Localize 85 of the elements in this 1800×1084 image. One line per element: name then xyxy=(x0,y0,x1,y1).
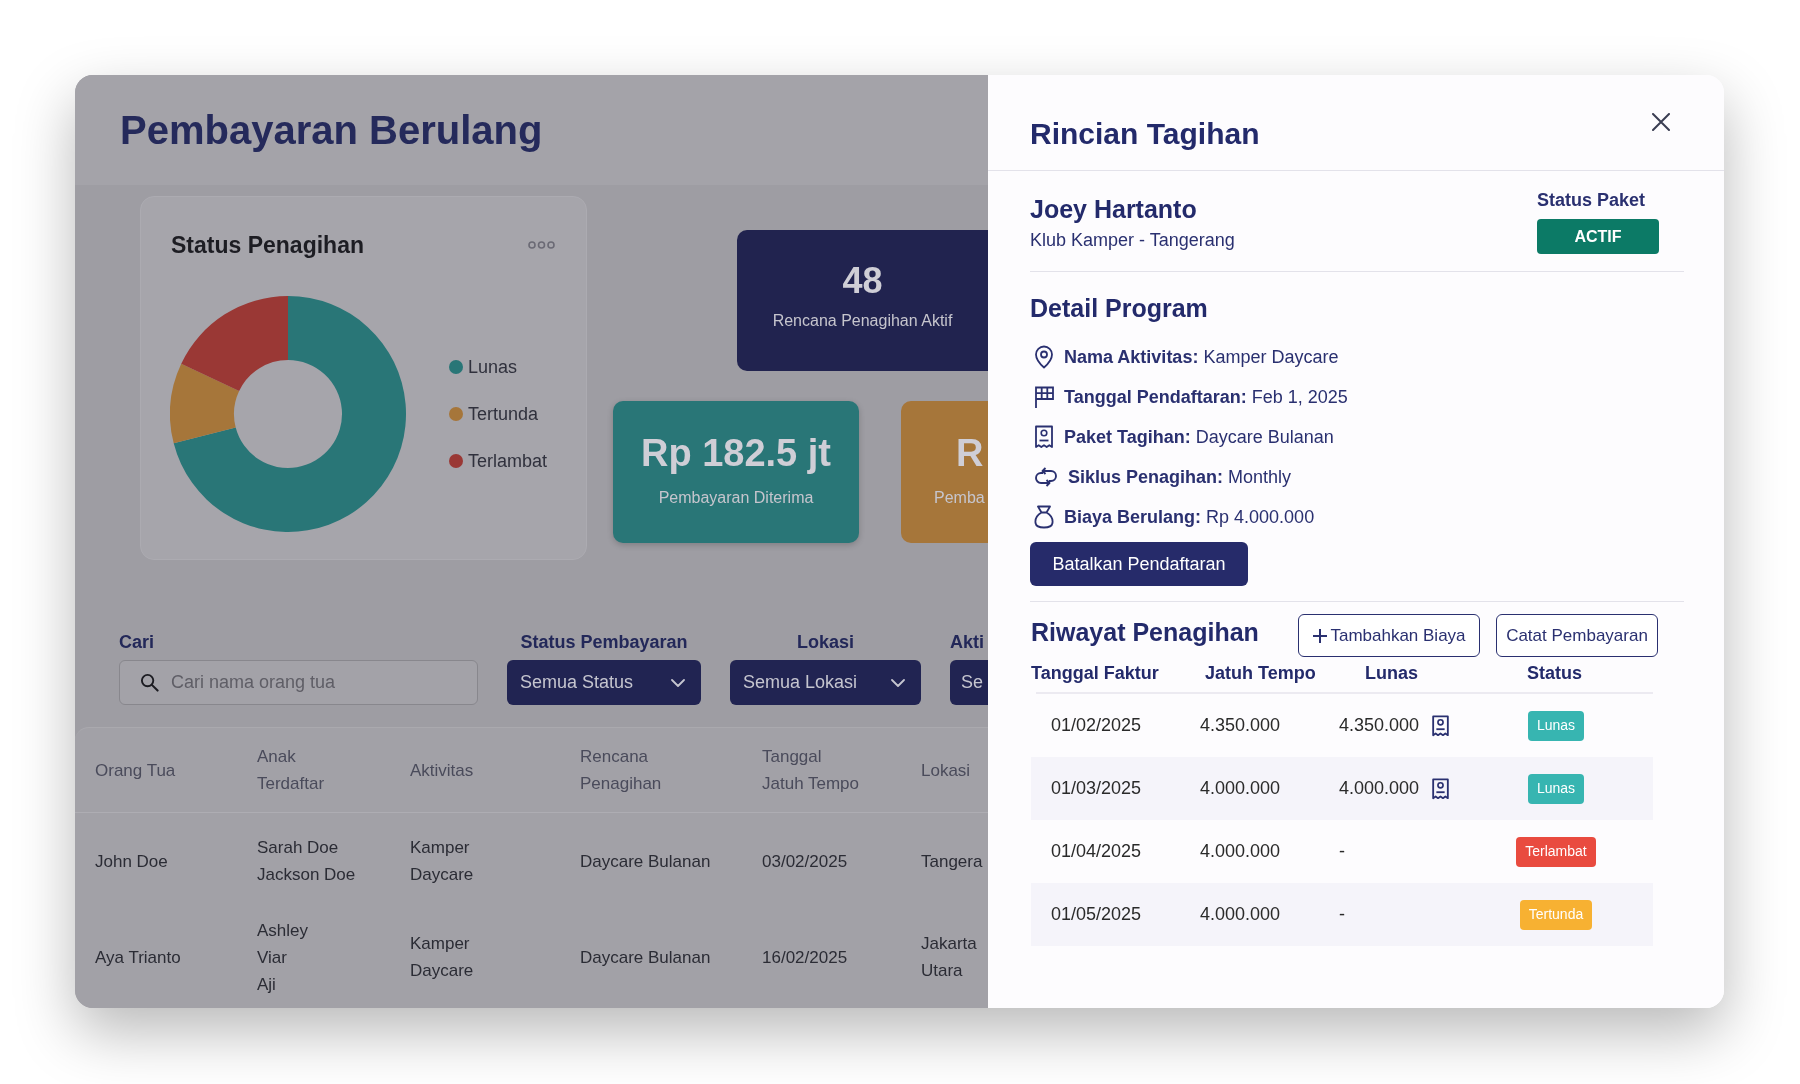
detail-text: Nama Aktivitas: Kamper Daycare xyxy=(1064,346,1339,369)
table-cell: 4.350.000 xyxy=(1200,715,1281,735)
flag-icon xyxy=(1034,385,1054,409)
table-cell: 01/03/2025 xyxy=(1051,778,1142,798)
table-cell-text: 03/02/2025 xyxy=(762,850,848,873)
receipt-icon xyxy=(1034,425,1054,449)
filter-label: Akti xyxy=(950,631,984,653)
filter-label: Lokasi xyxy=(797,631,854,653)
column-header: Aktivitas xyxy=(410,759,474,782)
repeat-icon xyxy=(1034,466,1058,488)
table-cell: 01/02/2025 xyxy=(1051,715,1142,735)
chevron-down-icon xyxy=(671,678,685,687)
plus-icon xyxy=(1312,627,1329,644)
section-title: Riwayat Penagihan xyxy=(1031,618,1259,646)
detail-text: Biaya Berulang: Rp 4.000.000 xyxy=(1064,506,1315,529)
column-header: Orang Tua xyxy=(95,759,176,782)
money-bag-icon xyxy=(1034,505,1054,529)
table-cell: 01/04/2025 xyxy=(1051,841,1142,861)
filter-dropdown[interactable]: Se xyxy=(950,660,988,705)
table-cell-text: 16/02/2025 xyxy=(762,946,848,969)
column-header: Jatuh Tempo xyxy=(1205,662,1316,684)
column-header: Rencana Penagihan xyxy=(580,746,663,795)
status-badge: ACTIF xyxy=(1537,219,1659,254)
status-badge: Tertunda xyxy=(1519,899,1593,930)
detail-text: Tanggal Pendaftaran: Feb 1, 2025 xyxy=(1064,386,1348,409)
page-title: Pembayaran Berulang xyxy=(120,107,543,154)
status-badge: Lunas xyxy=(1527,773,1585,804)
receipt-icon[interactable] xyxy=(1431,777,1451,800)
legend-label: Tertunda xyxy=(468,403,539,425)
table-cell: 4.000.000 xyxy=(1200,841,1281,861)
close-icon xyxy=(1652,113,1670,131)
table-cell-text: - xyxy=(1339,840,1345,863)
table-cell-text: Daycare Bulanan xyxy=(580,946,711,969)
filter-dropdown[interactable]: Semua Status xyxy=(507,660,701,705)
section-title: Detail Program xyxy=(1030,293,1208,323)
filter-label: Status Pembayaran xyxy=(520,631,688,653)
table-cell-text: Daycare Bulanan xyxy=(580,850,711,873)
table-cell-text: Ashley Viar Aji xyxy=(257,919,309,996)
chevron-down-icon xyxy=(891,678,905,687)
location-pin-icon xyxy=(1034,345,1054,369)
stat-value: Rp 182.5 jt xyxy=(640,431,832,475)
table-cell-text: Kamper Daycare xyxy=(410,933,475,982)
column-header: Lunas xyxy=(1365,662,1418,684)
status-badge: Terlambat xyxy=(1516,836,1596,867)
card-title: Status Penagihan xyxy=(171,232,364,258)
drawer-title: Rincian Tagihan xyxy=(1030,117,1260,151)
cancel-enrollment-button[interactable]: Batalkan Pendaftaran xyxy=(1030,542,1248,586)
column-header: Status xyxy=(1527,662,1582,684)
table-cell: 4.000.000 xyxy=(1200,904,1281,924)
filter-dropdown[interactable]: Semua Lokasi xyxy=(730,660,921,705)
filter-label: Cari xyxy=(119,631,155,653)
table-cell-text: Tangera xyxy=(921,850,983,873)
stat-label: Pembayaran Diterima xyxy=(658,488,814,508)
legend-label: Lunas xyxy=(468,356,518,378)
table-cell-text: 4.000.000 xyxy=(1339,777,1420,800)
detail-text: Paket Tagihan: Daycare Bulanan xyxy=(1064,426,1334,449)
customer-name: Joey Hartanto xyxy=(1030,195,1197,224)
close-button[interactable] xyxy=(1652,113,1670,131)
record-payment-button[interactable]: Catat Pembayaran xyxy=(1496,614,1658,657)
customer-location: Klub Kamper - Tangerang xyxy=(1030,229,1235,252)
table-cell: 01/05/2025 xyxy=(1051,904,1142,924)
legend-label: Terlambat xyxy=(468,450,548,472)
search-field[interactable]: Cari nama orang tua xyxy=(119,660,478,705)
column-header: Tanggal Faktur xyxy=(1031,662,1159,684)
table-cell-text: - xyxy=(1339,903,1345,926)
status-label: Status Paket xyxy=(1537,189,1646,211)
stat-value: 48 xyxy=(842,261,883,301)
column-header: Lokasi xyxy=(921,759,971,782)
table-cell: 4.000.000 xyxy=(1200,778,1281,798)
table-cell-text: Sarah Doe Jackson Doe xyxy=(257,837,356,886)
table-cell-text: Aya Trianto xyxy=(95,946,181,969)
stat-label: Pemba xyxy=(934,488,985,508)
stat-label: Rencana Penagihan Aktif xyxy=(772,311,953,331)
add-fee-button[interactable]: Tambahkan Biaya xyxy=(1298,614,1480,657)
table-cell-text: John Doe xyxy=(95,850,168,873)
detail-text: Siklus Penagihan: Monthly xyxy=(1068,466,1292,489)
status-badge: Lunas xyxy=(1527,710,1585,741)
table-cell-text: Kamper Daycare xyxy=(410,837,475,886)
column-header: Tanggal Jatuh Tempo xyxy=(762,746,861,795)
column-header: Anak Terdaftar xyxy=(257,746,326,795)
search-icon xyxy=(140,673,159,692)
table-cell-text: 4.350.000 xyxy=(1339,714,1420,737)
receipt-icon[interactable] xyxy=(1431,714,1451,737)
stat-value: R xyxy=(956,431,984,475)
table-cell-text: Jakarta Utara xyxy=(921,933,978,982)
